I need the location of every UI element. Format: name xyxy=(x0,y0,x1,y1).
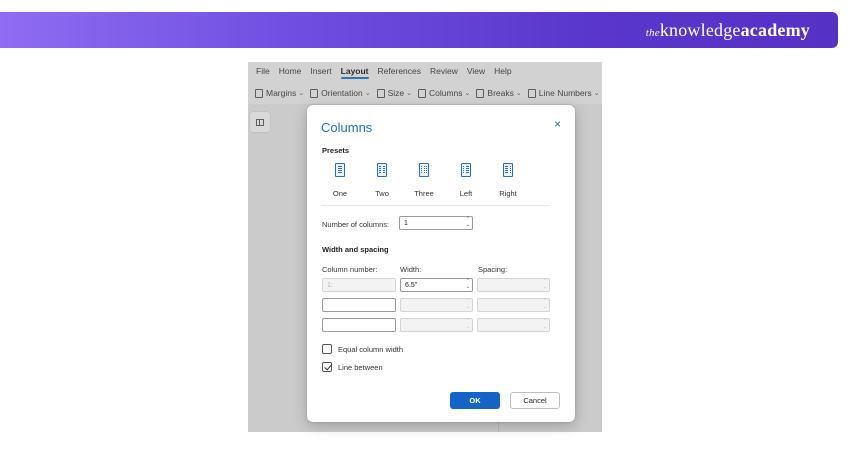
spinner-icon: ⌃ ⌄ xyxy=(542,318,547,330)
spacing-field: ⌃ ⌄ xyxy=(477,318,550,332)
spacing-field: ⌃ ⌄ xyxy=(477,278,550,292)
spinner-icon[interactable]: ⌃ ⌄ xyxy=(466,278,470,290)
preset-right-label: Right xyxy=(499,189,517,198)
number-of-columns-label: Number of columns: xyxy=(322,220,390,229)
width-value: 6.5" xyxy=(405,282,418,289)
preset-two-label: Two xyxy=(375,189,389,198)
columns-dialog: Columns × Presets One Two Three Left Rig… xyxy=(307,105,575,422)
width-spacing-heading: Width and spacing xyxy=(322,245,389,254)
preset-two[interactable]: Two xyxy=(361,163,403,198)
number-of-columns-value: 1 xyxy=(404,220,408,227)
ok-button[interactable]: OK xyxy=(450,392,500,409)
spinner-icon: ⌃ ⌄ xyxy=(465,298,470,310)
spacing-field: ⌃ ⌄ xyxy=(477,298,550,312)
line-between-label: Line between xyxy=(338,362,383,372)
column-number-field[interactable] xyxy=(322,298,396,312)
preset-three[interactable]: Three xyxy=(403,163,445,198)
line-between-option[interactable]: Line between xyxy=(322,362,383,372)
equal-column-width-label: Equal column width xyxy=(338,344,404,354)
knowledge-academy-logo: theknowledgeacademy xyxy=(646,19,810,44)
line-between-checkbox[interactable] xyxy=(322,362,332,372)
brand-banner: theknowledgeacademy xyxy=(0,12,838,48)
preset-one[interactable]: One xyxy=(319,163,361,198)
width-field: ⌃ ⌄ xyxy=(400,298,473,312)
spinner-icon: ⌃ ⌄ xyxy=(465,318,470,330)
equal-column-width-checkbox[interactable] xyxy=(322,344,332,354)
spacing-header: Spacing: xyxy=(478,265,508,274)
left-column-icon xyxy=(461,163,471,177)
spinner-icon: ⌃ ⌄ xyxy=(542,278,547,290)
right-column-icon xyxy=(503,163,513,177)
three-columns-icon xyxy=(419,163,429,177)
width-field[interactable]: 6.5" ⌃ ⌄ xyxy=(400,278,473,292)
column-number-value: 1: xyxy=(327,282,333,289)
logo-knowledge: knowledge xyxy=(659,20,741,40)
width-field: ⌃ ⌄ xyxy=(400,318,473,332)
cancel-button[interactable]: Cancel xyxy=(510,392,560,409)
dialog-title: Columns xyxy=(321,120,373,135)
column-number-field[interactable] xyxy=(322,318,396,332)
preset-left[interactable]: Left xyxy=(445,163,487,198)
logo-academy: academy xyxy=(740,20,810,40)
equal-column-width-option[interactable]: Equal column width xyxy=(322,344,403,354)
presets-row: One Two Three Left Right xyxy=(319,163,529,198)
preset-one-label: One xyxy=(332,189,348,198)
preset-three-label: Three xyxy=(414,189,434,198)
width-header: Width: xyxy=(400,265,422,274)
preset-right[interactable]: Right xyxy=(487,163,529,198)
logo-prefix: the xyxy=(645,27,660,39)
column-number-field: 1: xyxy=(322,278,396,292)
one-column-icon xyxy=(335,163,345,177)
column-number-header: Column number: xyxy=(322,265,378,274)
two-columns-icon xyxy=(377,163,387,177)
spinner-icon: ⌃ ⌄ xyxy=(542,298,547,310)
presets-heading: Presets xyxy=(322,146,350,155)
spinner-icon[interactable]: ⌃ ⌄ xyxy=(466,216,470,228)
number-of-columns-input[interactable]: 1 ⌃ ⌄ xyxy=(399,216,473,230)
divider xyxy=(321,205,549,206)
close-icon[interactable]: × xyxy=(554,117,561,131)
preset-left-label: Left xyxy=(459,189,473,198)
